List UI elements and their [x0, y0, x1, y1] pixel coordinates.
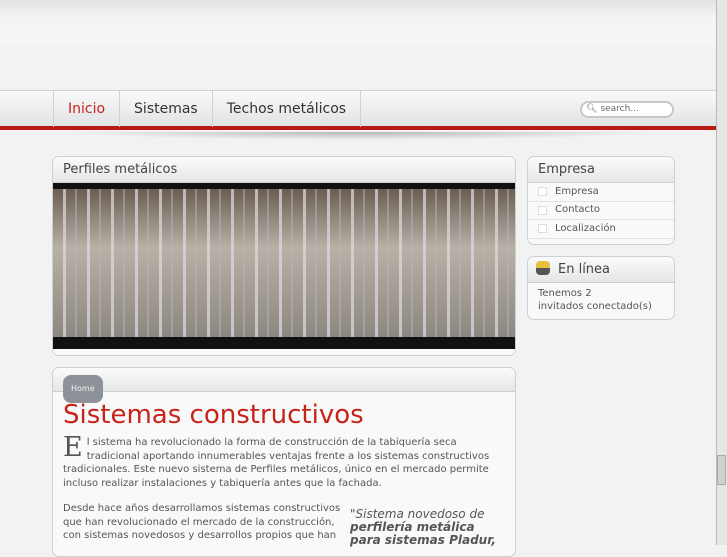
top-banner: [0, 0, 716, 46]
online-header: En línea: [528, 257, 674, 283]
nav-item-techos-metalicos[interactable]: Techos metálicos: [211, 91, 362, 127]
quote-light: "Sistema novedoso de: [350, 507, 485, 521]
slideshow-box: Perfiles metálicos: [52, 156, 516, 356]
nav-shadow: [60, 132, 660, 140]
breadcrumb-home[interactable]: Home: [63, 375, 103, 403]
menu-label: Contacto: [555, 204, 601, 216]
online-box: En línea Tenemos 2 invitados conectado(s): [527, 256, 675, 320]
bullet-icon: [538, 205, 547, 215]
scrollbar-thumb[interactable]: [717, 455, 726, 485]
metal-profiles-photo: [53, 189, 515, 337]
search-icon: 🔍︎: [586, 104, 598, 114]
paragraph-1-text: l sistema ha revolucionado la forma de c…: [63, 437, 490, 489]
menu-label: Empresa: [555, 185, 599, 197]
empresa-menu-box: Empresa Empresa Contacto Localización: [527, 156, 675, 245]
drop-cap: E: [63, 432, 83, 463]
online-count: Tenemos 2: [538, 288, 592, 299]
vertical-scrollbar[interactable]: [716, 0, 727, 545]
bullet-icon: [538, 224, 547, 234]
online-title: En línea: [558, 262, 611, 277]
quote-bold: perfilería metálica para sistemas Pladur…: [350, 520, 496, 547]
search-placeholder: search...: [600, 104, 639, 114]
article-paragraph-1: El sistema ha revolucionado la forma de …: [63, 432, 505, 490]
breadcrumb-bar: Home: [53, 368, 515, 403]
main-navigation: Inicio Sistemas Techos metálicos 🔍︎ searc…: [0, 90, 716, 140]
article-box: Home Sistemas constructivos El sistema h…: [52, 367, 516, 557]
menu-item-contacto[interactable]: Contacto: [528, 202, 674, 220]
slideshow-title: Perfiles metálicos: [53, 157, 515, 183]
menu-item-localizacion[interactable]: Localización: [528, 220, 674, 239]
nav-bar: Inicio Sistemas Techos metálicos 🔍︎ searc…: [0, 90, 716, 130]
online-info: Tenemos 2 invitados conectado(s): [528, 283, 674, 317]
online-guests: invitados conectado(s): [538, 301, 652, 312]
nav-item-sistemas[interactable]: Sistemas: [119, 91, 212, 127]
pull-quote: "Sistema novedoso de perfilería metálica …: [350, 508, 500, 547]
article-paragraph-2: Desde hace años desarrollamos sistemas c…: [63, 503, 341, 541]
menu-label: Localización: [555, 222, 616, 234]
empresa-menu-title: Empresa: [528, 157, 674, 183]
users-icon: [536, 261, 550, 275]
slideshow-image[interactable]: [53, 183, 515, 349]
nav-item-inicio[interactable]: Inicio: [53, 91, 119, 127]
bullet-icon: [538, 187, 547, 197]
search-input[interactable]: 🔍︎ search...: [580, 101, 674, 118]
article-title: Sistemas constructivos: [63, 400, 364, 430]
menu-item-empresa[interactable]: Empresa: [528, 183, 674, 202]
